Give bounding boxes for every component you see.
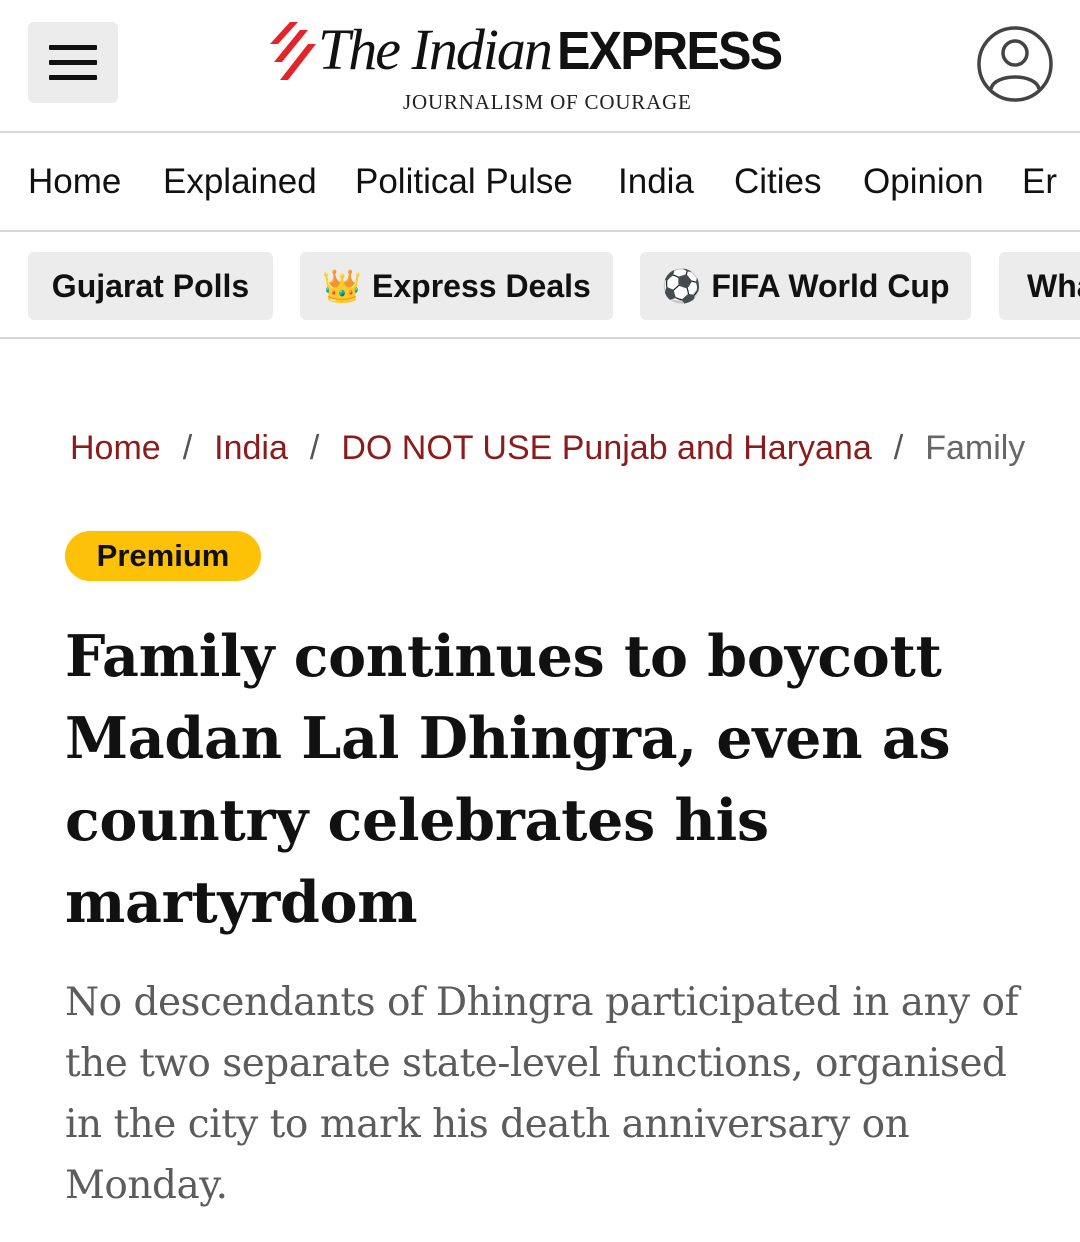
trending-chips: Gujarat Polls 👑 Express Deals ⚽ FIFA Wor… bbox=[0, 232, 1080, 339]
chip-label: Express Deals bbox=[372, 267, 591, 304]
breadcrumb-separator: / bbox=[309, 429, 320, 467]
breadcrumb-separator: / bbox=[893, 429, 904, 467]
chip-whatsapp[interactable]: Wha bbox=[999, 252, 1080, 320]
breadcrumb-home[interactable]: Home bbox=[70, 429, 161, 467]
logo-stripes-icon bbox=[270, 22, 316, 80]
logo-wordmark: The Indian EXPRESS bbox=[318, 20, 798, 95]
nav-item-cities[interactable]: Cities bbox=[734, 133, 822, 230]
menu-bar bbox=[49, 75, 97, 80]
chip-fifa-world-cup[interactable]: ⚽ FIFA World Cup bbox=[640, 252, 971, 320]
hamburger-menu-button[interactable] bbox=[28, 22, 118, 103]
menu-bar bbox=[49, 45, 97, 50]
logo-the-indian: The Indian bbox=[318, 17, 553, 82]
chip-gujarat-polls[interactable]: Gujarat Polls bbox=[28, 252, 273, 320]
nav-item-home[interactable]: Home bbox=[28, 133, 121, 230]
premium-badge: Premium bbox=[65, 531, 261, 581]
article-page: The Indian EXPRESS JOURNALISM OF COURAGE … bbox=[0, 0, 1080, 1242]
nav-item-entertainment[interactable]: Er bbox=[1022, 133, 1057, 230]
chip-express-deals[interactable]: 👑 Express Deals bbox=[300, 252, 613, 320]
user-profile-icon[interactable] bbox=[976, 25, 1054, 103]
nav-item-explained[interactable]: Explained bbox=[163, 133, 317, 230]
article-subhead: No descendants of Dhingra participated i… bbox=[65, 980, 1019, 1208]
site-header: The Indian EXPRESS JOURNALISM OF COURAGE bbox=[0, 0, 1080, 133]
chip-label: Wha bbox=[1027, 267, 1080, 304]
logo-tagline: JOURNALISM OF COURAGE bbox=[403, 90, 692, 114]
soccer-ball-icon: ⚽ bbox=[661, 268, 702, 304]
breadcrumb-section[interactable]: DO NOT USE Punjab and Haryana bbox=[341, 429, 871, 467]
breadcrumb-separator: / bbox=[182, 429, 193, 467]
nav-item-political-pulse[interactable]: Political Pulse bbox=[355, 133, 573, 230]
nav-item-india[interactable]: India bbox=[618, 133, 694, 230]
menu-bar bbox=[49, 60, 97, 65]
breadcrumb-current: Family bbox=[925, 429, 1026, 467]
article-headline: Family continues to boycott Madan Lal Dh… bbox=[65, 623, 951, 936]
chip-label: FIFA World Cup bbox=[711, 267, 950, 304]
site-logo[interactable]: The Indian EXPRESS JOURNALISM OF COURAGE bbox=[270, 14, 830, 120]
breadcrumb-india[interactable]: India bbox=[214, 429, 288, 467]
crown-icon: 👑 bbox=[322, 268, 363, 304]
breadcrumb: Home / India / DO NOT USE Punjab and Haryana… bbox=[70, 420, 1046, 476]
nav-item-opinion[interactable]: Opinion bbox=[863, 133, 984, 230]
chip-label: Gujarat Polls bbox=[51, 267, 250, 304]
logo-express: EXPRESS bbox=[556, 21, 783, 81]
primary-nav: Home Explained Political Pulse India Cit… bbox=[0, 133, 1080, 232]
